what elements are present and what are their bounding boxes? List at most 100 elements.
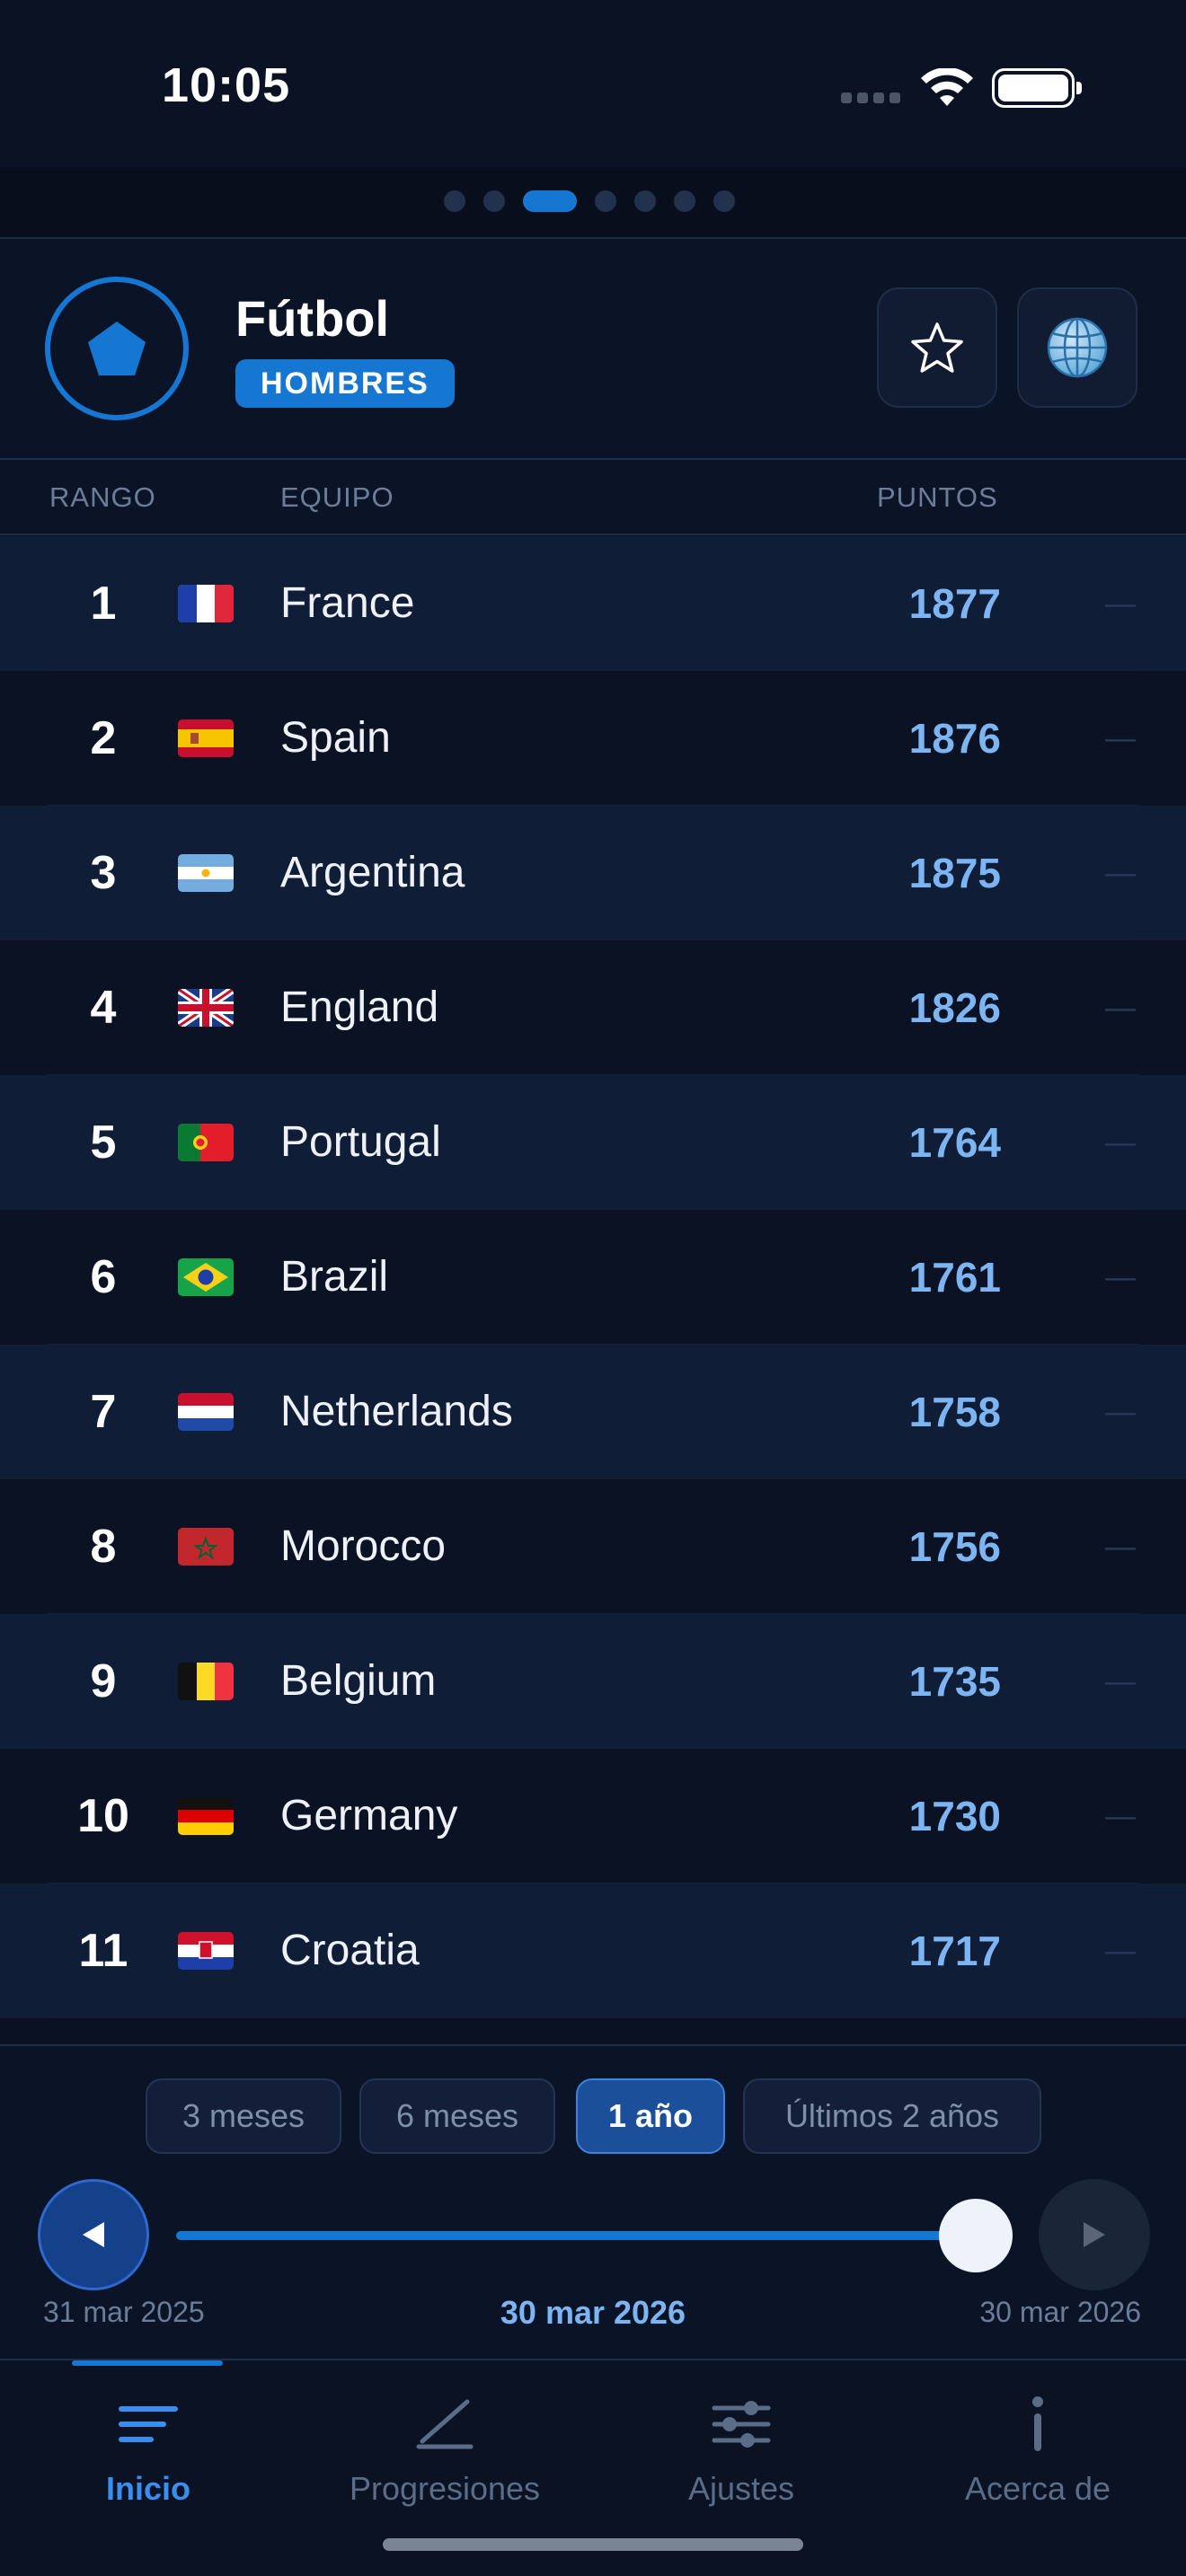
- ranking-row[interactable]: 11 Croatia 1717 —: [0, 1883, 1186, 2018]
- ranking-row[interactable]: 1 France 1877 —: [0, 536, 1186, 671]
- column-header-team: EQUIPO: [280, 481, 394, 513]
- favorite-button[interactable]: [877, 287, 997, 408]
- rank-number: 2: [90, 712, 117, 764]
- next-date-button[interactable]: [1039, 2179, 1150, 2290]
- rank-number: 10: [77, 1790, 129, 1842]
- team-points: 1735: [908, 1658, 1001, 1705]
- trend-indicator: —: [1105, 1395, 1136, 1429]
- period-chip-2-years[interactable]: Últimos 2 años: [743, 2078, 1041, 2154]
- date-slider-thumb[interactable]: [939, 2199, 1013, 2272]
- sport-header: Fútbol HOMBRES: [0, 241, 1186, 460]
- team-points: 1876: [908, 715, 1001, 762]
- team-points: 1761: [908, 1254, 1001, 1301]
- page-dot[interactable]: [634, 190, 656, 212]
- ranking-row[interactable]: 9 Belgium 1735 —: [0, 1614, 1186, 1749]
- ranking-row[interactable]: 7 Netherlands 1758 —: [0, 1345, 1186, 1479]
- triangle-right-icon: [1084, 2222, 1105, 2247]
- region-button[interactable]: [1017, 287, 1137, 408]
- ranking-row[interactable]: 6 Brazil 1761 —: [0, 1210, 1186, 1345]
- date-slider-track[interactable]: [176, 2231, 976, 2240]
- team-points: 1758: [908, 1389, 1001, 1435]
- gender-badge[interactable]: HOMBRES: [235, 359, 455, 408]
- tab-label-ajustes: Ajustes: [687, 2470, 795, 2507]
- page-dot[interactable]: [444, 190, 465, 212]
- team-points: 1756: [908, 1523, 1001, 1570]
- rank-number: 11: [78, 1925, 128, 1977]
- tab-inicio[interactable]: Inicio: [0, 2393, 296, 2508]
- chart-icon: [416, 2399, 474, 2449]
- flag-icon-netherlands: [178, 1393, 234, 1431]
- battery-icon: [992, 68, 1082, 108]
- period-panel: 3 meses 6 meses 1 año Últimos 2 años 31 …: [0, 2044, 1186, 2359]
- cellular-signal-icon: [841, 93, 900, 103]
- sport-title: Fútbol: [235, 290, 390, 347]
- tab-acerca-de[interactable]: Acerca de: [890, 2393, 1186, 2508]
- flag-icon-germany: [178, 1797, 234, 1835]
- previous-date-button[interactable]: [38, 2179, 149, 2290]
- tab-label-acerca-de: Acerca de: [964, 2470, 1111, 2507]
- team-name: Spain: [280, 714, 391, 762]
- ranking-row[interactable]: 4 England 1826 —: [0, 940, 1186, 1075]
- ranking-row[interactable]: 2 Spain 1876 —: [0, 671, 1186, 806]
- globe-icon: [1047, 317, 1108, 378]
- active-tab-indicator: [72, 2360, 223, 2366]
- team-points: 1875: [908, 850, 1001, 896]
- end-date-label: 30 mar 2026: [979, 2296, 1141, 2328]
- page-indicator-bar: [0, 167, 1186, 239]
- team-name: England: [280, 984, 439, 1031]
- team-name: Morocco: [280, 1522, 447, 1570]
- trend-indicator: —: [1105, 1260, 1136, 1294]
- period-chip-3-months[interactable]: 3 meses: [146, 2078, 341, 2154]
- period-chip-6-months[interactable]: 6 meses: [359, 2078, 555, 2154]
- ranking-row[interactable]: 8 Morocco 1756 —: [0, 1479, 1186, 1614]
- trend-indicator: —: [1105, 1125, 1136, 1160]
- trend-indicator: —: [1105, 1934, 1136, 1968]
- flag-icon-croatia: [178, 1932, 234, 1970]
- flag-icon-morocco: [178, 1528, 234, 1566]
- tab-ajustes[interactable]: Ajustes: [593, 2393, 890, 2508]
- page-dot-active[interactable]: [523, 190, 577, 212]
- page-dot[interactable]: [674, 190, 695, 212]
- trend-indicator: —: [1105, 991, 1136, 1025]
- trend-indicator: —: [1105, 1799, 1136, 1833]
- team-points: 1826: [908, 984, 1001, 1031]
- page-indicator[interactable]: [444, 190, 735, 212]
- ranking-list: 1 France 1877 — 2 Spain 1876 — 3 Argentina 1875 — 4 E…: [0, 536, 1186, 2018]
- team-points: 1764: [908, 1119, 1001, 1166]
- team-name: Brazil: [280, 1253, 389, 1301]
- flag-icon-england: [178, 989, 234, 1027]
- wifi-icon: [921, 68, 973, 106]
- page-dot[interactable]: [595, 190, 616, 212]
- page-dot[interactable]: [483, 190, 505, 212]
- team-name: Argentina: [280, 849, 465, 896]
- rank-number: 8: [90, 1521, 117, 1573]
- trend-indicator: —: [1105, 1664, 1136, 1698]
- info-icon: [1032, 2396, 1043, 2451]
- flag-icon-argentina: [178, 854, 234, 892]
- flag-icon-brazil: [178, 1258, 234, 1296]
- period-chip-1-year[interactable]: 1 año: [576, 2078, 725, 2154]
- rank-number: 1: [90, 578, 117, 630]
- team-name: Belgium: [280, 1657, 437, 1705]
- tab-progresiones[interactable]: Progresiones: [296, 2393, 593, 2508]
- ranking-row[interactable]: 5 Portugal 1764 —: [0, 1075, 1186, 1210]
- sliders-icon: [712, 2401, 771, 2448]
- rank-number: 6: [90, 1251, 117, 1303]
- list-icon: [119, 2406, 178, 2442]
- home-indicator[interactable]: [383, 2538, 803, 2551]
- rank-number: 7: [90, 1386, 117, 1438]
- status-time: 10:05: [162, 58, 291, 112]
- flag-icon-portugal: [178, 1124, 234, 1161]
- flag-icon-belgium: [178, 1663, 234, 1700]
- triangle-left-icon: [83, 2222, 104, 2247]
- column-header-rank: RANGO: [49, 481, 156, 513]
- trend-indicator: —: [1105, 587, 1136, 621]
- star-icon: [911, 322, 963, 373]
- page-dot[interactable]: [713, 190, 735, 212]
- rank-number: 9: [90, 1655, 117, 1707]
- ranking-row[interactable]: 3 Argentina 1875 —: [0, 806, 1186, 940]
- trend-indicator: —: [1105, 721, 1136, 755]
- team-name: Portugal: [280, 1118, 441, 1166]
- ranking-row[interactable]: 10 Germany 1730 —: [0, 1749, 1186, 1883]
- tab-label-progresiones: Progresiones: [349, 2470, 541, 2507]
